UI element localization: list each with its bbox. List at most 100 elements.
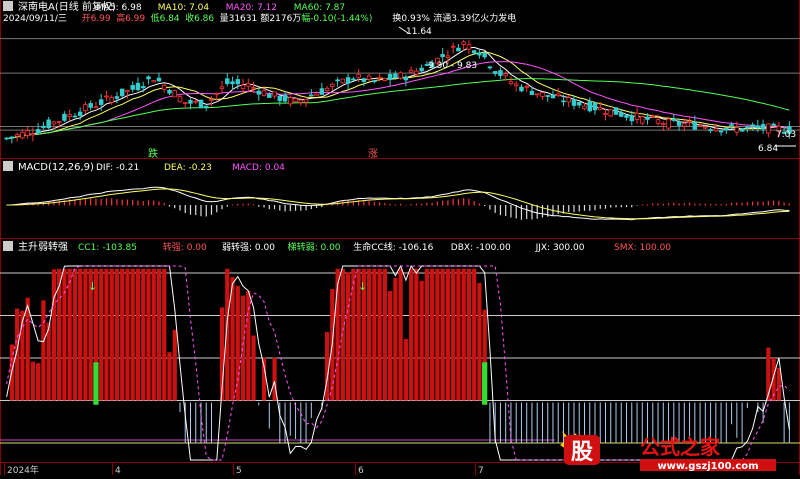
macd-bar — [252, 204, 255, 206]
macd-bar — [536, 205, 538, 219]
candle-body — [734, 127, 740, 133]
candle-body — [450, 45, 456, 48]
macd-bar — [400, 203, 402, 206]
strong-bar — [151, 268, 156, 401]
macd-bar — [384, 203, 386, 206]
macd-bar — [426, 202, 428, 206]
macd-bar — [578, 205, 580, 212]
info-item: 收6.86 — [185, 12, 214, 24]
candle-body — [246, 83, 251, 87]
macd-bar — [53, 200, 55, 206]
candle-body — [592, 102, 598, 111]
candle-body — [682, 123, 687, 127]
candle-body — [56, 121, 62, 123]
macd-menu-icon[interactable] — [3, 161, 13, 171]
macd-bar — [258, 205, 260, 207]
indicator-menu-icon[interactable] — [3, 241, 13, 251]
macd-bar — [557, 205, 559, 214]
macd-bar — [326, 204, 328, 206]
candle-body — [414, 70, 419, 75]
candle-body — [671, 118, 677, 121]
candle-body — [288, 97, 293, 105]
candle-body — [603, 113, 608, 115]
candle-body — [739, 128, 745, 132]
candle-body — [35, 129, 41, 134]
stock-chart[interactable]: 深南电A(日线 前复权) MA5: 6.98 MA10: 7.04 MA20: 7.… — [0, 0, 800, 476]
indicator-value: JJX: 300.00 — [535, 243, 585, 253]
candle-body — [88, 103, 93, 108]
candle-body — [135, 82, 141, 91]
candle-body — [634, 112, 640, 120]
macd-bar — [189, 205, 192, 215]
strong-bar — [372, 268, 377, 401]
candle-body — [30, 133, 36, 136]
candle-body — [335, 79, 340, 82]
watermark-url: www.gszj100.com — [657, 461, 758, 472]
candle-body — [598, 106, 603, 111]
strong-bar — [419, 280, 424, 401]
ma-legend-item: MA10: 7.04 — [158, 3, 210, 13]
macd-bar — [683, 203, 685, 206]
macd-bar — [237, 203, 239, 206]
chart-background — [0, 0, 800, 475]
candle-body — [225, 78, 230, 85]
candle-body — [545, 95, 550, 97]
macd-bar — [615, 205, 617, 208]
macd-bar — [783, 202, 785, 206]
candle-body — [508, 81, 514, 85]
indicator-value: SMX: 100.00 — [614, 243, 671, 253]
macd-bar — [95, 198, 97, 206]
strong-bar — [141, 268, 146, 401]
macd-bar — [636, 205, 638, 206]
macd-bar — [126, 199, 129, 206]
strong-bar — [167, 352, 172, 401]
strong-bar — [261, 357, 267, 401]
watermark-title: 公式之家 — [640, 435, 721, 459]
candle-body — [524, 85, 529, 88]
candle-body — [440, 54, 445, 58]
macd-bar — [410, 203, 412, 206]
candle-body — [766, 123, 771, 134]
candle-body — [235, 79, 241, 85]
candle-body — [619, 112, 624, 117]
info-item: 幅-0.10(-1.44%) — [301, 12, 372, 24]
candle-body — [303, 98, 309, 103]
candle-body — [487, 66, 493, 69]
macd-params: MACD(12,26,9) — [18, 162, 94, 173]
candle-body — [456, 47, 461, 52]
macd-bar — [300, 205, 302, 211]
candle-body — [351, 78, 356, 81]
candle-body — [697, 125, 703, 127]
candle-body — [582, 105, 587, 110]
info-item: 低6.84 — [151, 12, 180, 24]
candle-body — [477, 52, 482, 56]
macd-bar — [210, 205, 213, 215]
high-label: 11.64 — [406, 27, 432, 37]
indicator-value: 转强: 0.00 — [163, 241, 207, 253]
macd-bar — [268, 205, 270, 210]
macd-bar — [652, 203, 654, 206]
strong-bar — [130, 268, 135, 401]
strong-bar — [135, 268, 141, 401]
candle-body — [461, 41, 466, 45]
macd-bar — [688, 202, 691, 206]
candle-body — [377, 76, 382, 79]
macd-bar — [116, 199, 118, 206]
macd-bar — [510, 205, 512, 218]
timeline-label: 5 — [236, 466, 242, 475]
macd-bar — [379, 202, 381, 206]
macd-bar — [709, 203, 712, 206]
macd-bar — [142, 201, 144, 206]
macd-bar — [205, 205, 207, 217]
macd-bar — [105, 198, 108, 206]
macd-bar — [79, 199, 81, 206]
candle-body — [666, 118, 671, 129]
macd-bar — [573, 205, 575, 213]
strong-bar — [771, 357, 776, 401]
candle-body — [146, 76, 151, 80]
macd-bar — [752, 201, 754, 206]
menu-icon[interactable] — [3, 1, 13, 11]
macd-bar — [405, 204, 407, 206]
macd-bar — [452, 198, 454, 206]
candle-body — [629, 115, 635, 122]
